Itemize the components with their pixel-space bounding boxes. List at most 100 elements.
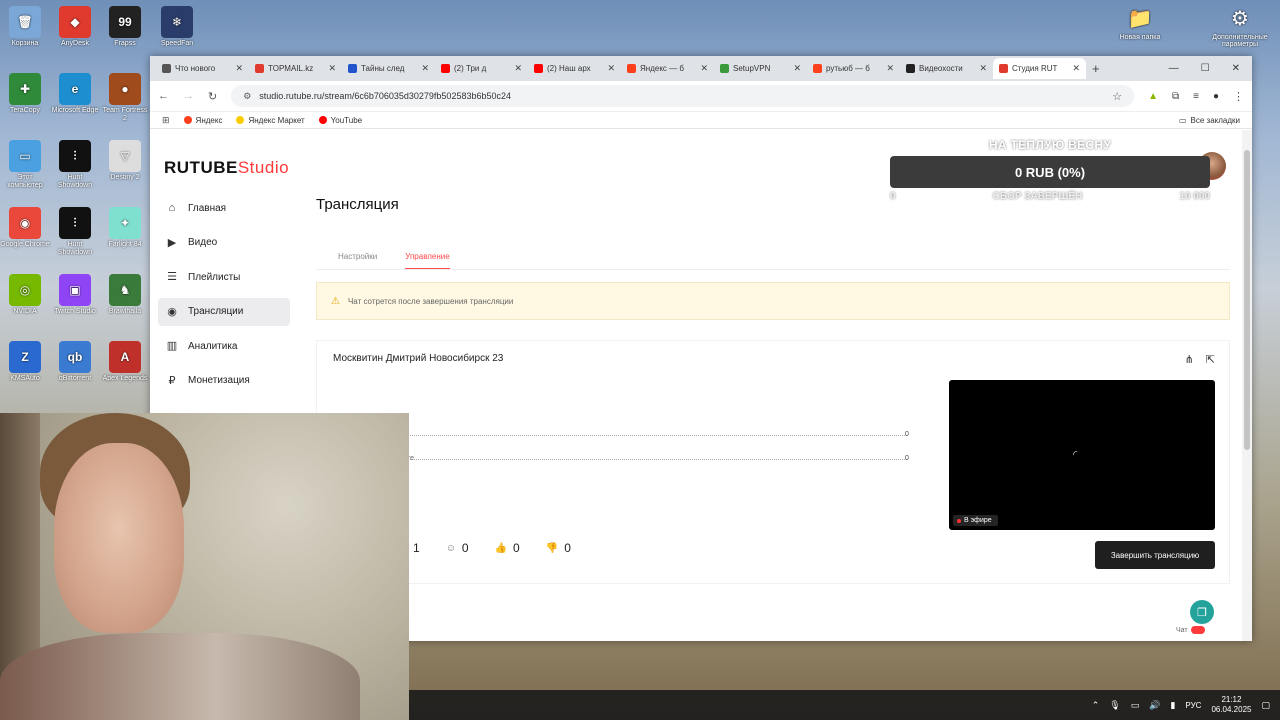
desktop-icon[interactable]: ◆ AnyDesk (50, 6, 100, 48)
microphone-icon[interactable]: 🎙 (1109, 700, 1120, 711)
extension-icon[interactable]: ▲ (1148, 91, 1158, 102)
sidebar-item[interactable]: ◉ Трансляции (158, 297, 290, 326)
app-icon: 🗑 (9, 6, 41, 38)
desktop-icon[interactable]: e Microsoft Edge (50, 73, 100, 115)
profile-icon[interactable]: ● (1213, 91, 1219, 102)
taskbar: ⌃ 🎙 ▭ 🔊 ▮ РУС 21:12 06.04.2025 ▢ (409, 690, 1280, 720)
sidebar-item[interactable]: ▶ Видео (158, 229, 290, 257)
tab-settings[interactable]: Настройки (338, 240, 377, 269)
scrollbar-thumb[interactable] (1244, 150, 1250, 450)
desktop-icon[interactable]: qb qBittorrent (50, 341, 100, 383)
rutube-studio-logo[interactable]: RUTUBEStudio (164, 158, 289, 178)
browser-tab[interactable]: (2) Три д ✕ (435, 58, 528, 79)
desktop-icon-label: Twitch Studio (54, 308, 96, 315)
desktop-icon[interactable]: ◉ Google Chrome (0, 207, 50, 249)
url-field[interactable]: ⚙ studio.rutube.ru/stream/6c6b706035d302… (231, 85, 1135, 107)
close-tab-icon[interactable]: ✕ (1072, 63, 1080, 74)
desktop-icon[interactable]: 🗑 Корзина (0, 6, 50, 48)
webcam-person-body (0, 633, 360, 720)
browser-tab[interactable]: Студия RUT ✕ (993, 58, 1086, 79)
browser-tab[interactable]: рутьюб — б ✕ (807, 58, 900, 79)
desktop-icon[interactable]: ❄ SpeedFan (152, 6, 202, 48)
clock[interactable]: 21:12 06.04.2025 (1211, 695, 1251, 715)
browser-tab[interactable]: Что нового ✕ (156, 58, 249, 79)
desktop-icon[interactable]: ✦ Farlight 84 (100, 207, 150, 249)
close-tab-icon[interactable]: ✕ (514, 63, 522, 74)
video-player[interactable]: ◜ В эфире (949, 380, 1215, 530)
desktop-icon[interactable]: 99 Frapss (100, 6, 150, 48)
extensions-puzzle-icon[interactable]: ⧉ (1172, 91, 1179, 102)
donation-status: СБОР ЗАВЕРШЁН (992, 191, 1083, 202)
bookmark-star-icon[interactable]: ☆ (1112, 90, 1122, 103)
tab-label: Что нового (175, 64, 216, 73)
browser-tab[interactable]: Видеохости ✕ (900, 58, 993, 79)
volume-icon[interactable]: 🔊 (1149, 700, 1160, 711)
desktop-icon-label: Hunt Showdown (57, 174, 93, 189)
browser-tab[interactable]: TOPMAIL.kz ✕ (249, 58, 342, 79)
all-bookmarks[interactable]: ▭ Все закладки (1179, 116, 1240, 125)
forward-icon[interactable]: → (183, 90, 194, 102)
sidebar-item[interactable]: ☰ Плейлисты (158, 263, 290, 291)
sidebar-item[interactable]: ▥ Аналитика (158, 332, 290, 360)
minimize-icon[interactable]: — (1169, 63, 1179, 74)
close-tab-icon[interactable]: ✕ (328, 63, 336, 74)
bookmark-item[interactable]: Яндекс (183, 115, 223, 125)
close-window-icon[interactable]: ✕ (1232, 63, 1240, 74)
close-tab-icon[interactable]: ✕ (235, 63, 243, 74)
network-icon[interactable]: ▭ (1131, 700, 1140, 711)
close-tab-icon[interactable]: ✕ (886, 63, 894, 74)
desktop-icon[interactable]: ● Team Fortress 2 (100, 73, 150, 123)
sidebar-item[interactable]: ₽ Монетизация (158, 367, 290, 395)
bookmark-label: Яндекс (195, 115, 223, 125)
notifications-icon[interactable]: ▢ (1261, 700, 1270, 711)
menu-icon[interactable]: ⋮ (1233, 90, 1244, 103)
maximize-icon[interactable]: ☐ (1201, 63, 1210, 74)
app-icon: qb (59, 341, 91, 373)
browser-tab[interactable]: Яндекс — б ✕ (621, 58, 714, 79)
tray-chevron-icon[interactable]: ⌃ (1092, 700, 1100, 711)
chat-toggle[interactable]: Чат (1176, 626, 1205, 634)
desktop-icon[interactable]: ◎ NVIDIA (0, 274, 50, 316)
end-stream-button[interactable]: Завершить трансляцию (1095, 541, 1215, 569)
back-icon[interactable]: ← (158, 90, 169, 102)
share-icon[interactable]: ⋔ (1185, 353, 1194, 366)
desktop-icon[interactable]: ▽ Destiny 2 (100, 140, 150, 182)
close-tab-icon[interactable]: ✕ (421, 63, 429, 74)
desktop-icon[interactable]: ▭ Этот компьютер (0, 140, 50, 190)
browser-tab[interactable]: Тайны след ✕ (342, 58, 435, 79)
bookmark-item[interactable]: YouTube (318, 116, 362, 125)
close-tab-icon[interactable]: ✕ (700, 63, 708, 74)
open-external-icon[interactable]: ⇱ (1206, 353, 1215, 366)
new-tab-button[interactable]: + (1092, 61, 1100, 76)
reload-icon[interactable]: ↻ (208, 90, 217, 103)
tab-control[interactable]: Управление (405, 240, 450, 269)
close-tab-icon[interactable]: ✕ (607, 63, 615, 74)
battery-icon[interactable]: ▮ (1170, 700, 1175, 711)
address-bar: ← → ↻ ⚙ studio.rutube.ru/stream/6c6b7060… (150, 81, 1252, 112)
desktop-icon-label: qBittorrent (58, 375, 92, 382)
desktop-icon[interactable]: ♞ Brawlhalla (100, 274, 150, 316)
chat-toggle-switch[interactable] (1190, 626, 1205, 634)
desktop-icon[interactable]: ⫶ Hunt Showdown (50, 207, 100, 257)
desktop-icon[interactable]: A Apex Legends (100, 341, 150, 383)
browser-tab[interactable]: SetupVPN ✕ (714, 58, 807, 79)
page-scrollbar[interactable] (1242, 130, 1252, 641)
desktop-icon[interactable]: Z KMSAuto (0, 341, 50, 383)
desktop-icon[interactable]: ⚙ Дополнительные параметры (1205, 4, 1275, 48)
media-icon[interactable]: ≡ (1193, 91, 1199, 102)
apps-grid-icon[interactable]: ⊞ (162, 115, 170, 126)
bookmark-item[interactable]: Яндекс Маркет (236, 116, 305, 125)
language-indicator[interactable]: РУС (1185, 701, 1201, 710)
support-chat-button[interactable]: ❐ (1190, 600, 1214, 624)
close-tab-icon[interactable]: ✕ (793, 63, 801, 74)
desktop-icon[interactable]: ⫶ Hunt Showdown (50, 140, 100, 190)
chat-bubble-icon: ❐ (1197, 606, 1207, 619)
sidebar-item[interactable]: ⌂ Главная (158, 194, 290, 222)
desktop-icon[interactable]: ▣ Twitch Studio (50, 274, 100, 316)
app-icon: ◉ (9, 207, 41, 239)
desktop-icon[interactable]: 📁 Новая папка (1105, 4, 1175, 41)
browser-tab[interactable]: (2) Наш арх ✕ (528, 58, 621, 79)
site-info-icon[interactable]: ⚙ (243, 91, 251, 102)
close-tab-icon[interactable]: ✕ (979, 63, 987, 74)
desktop-icon[interactable]: ✚ TeraCopy (0, 73, 50, 115)
